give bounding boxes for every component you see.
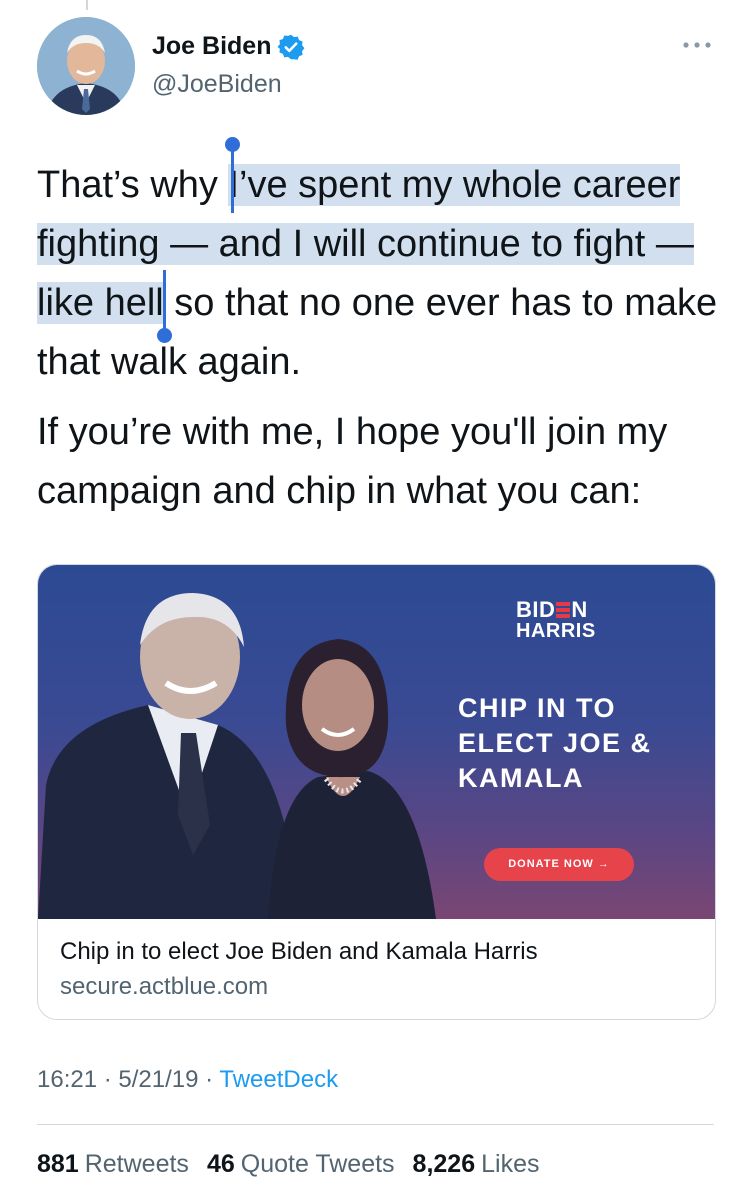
author-handle[interactable]: @JoeBiden: [152, 70, 282, 99]
link-card[interactable]: BID N HARRIS CHIP IN TO ELECT JOE & KAMAL…: [37, 564, 716, 1020]
author-name[interactable]: Joe Biden: [152, 32, 271, 61]
logo-text-b: N: [571, 597, 588, 622]
tweet-source-link[interactable]: TweetDeck: [219, 1066, 338, 1093]
card-title[interactable]: Chip in to elect Joe Biden and Kamala Ha…: [60, 937, 693, 967]
card-meta[interactable]: Chip in to elect Joe Biden and Kamala Ha…: [38, 919, 715, 1003]
card-headline: CHIP IN TO ELECT JOE & KAMALA: [458, 693, 652, 793]
card-domain: secure.actblue.com: [60, 973, 269, 1000]
divider: [37, 1124, 714, 1125]
logo-text-a: BID: [516, 597, 556, 622]
candidates-photo: [38, 593, 436, 919]
tweet-paragraph-1: That’s why I’ve spent my whole career fi…: [37, 156, 727, 392]
quote-tweets-stat[interactable]: 46 Quote Tweets: [207, 1150, 395, 1179]
selection-end-knob[interactable]: [157, 328, 172, 343]
meta-separator: ·: [97, 1066, 119, 1093]
tweet-timestamp-row: 16:21 · 5/21/19 · TweetDeck: [37, 1066, 338, 1094]
retweets-count: 881: [37, 1150, 79, 1178]
logo-line-2: HARRIS: [516, 620, 596, 642]
engagement-stats: 881 Retweets 46 Quote Tweets 8,226 Likes: [37, 1150, 539, 1179]
avatar[interactable]: [37, 17, 135, 115]
tweet-text[interactable]: That’s why I’ve spent my whole career fi…: [37, 156, 727, 521]
logo-e-bars: [556, 602, 571, 618]
meta-separator: ·: [198, 1066, 220, 1093]
more-options-icon[interactable]: [680, 38, 714, 52]
donate-now-button[interactable]: DONATE NOW →: [484, 848, 634, 881]
card-image[interactable]: BID N HARRIS CHIP IN TO ELECT JOE & KAMAL…: [38, 565, 715, 919]
avatar-photo: [37, 17, 135, 115]
tweet-time[interactable]: 16:21: [37, 1066, 97, 1093]
quote-tweets-count: 46: [206, 1150, 235, 1178]
tweet-date[interactable]: 5/21/19: [118, 1066, 198, 1093]
selection-end-handle[interactable]: [157, 270, 172, 343]
likes-stat[interactable]: 8,226 Likes: [413, 1150, 540, 1179]
quote-tweets-label: Quote Tweets: [240, 1150, 395, 1178]
retweets-stat[interactable]: 881 Retweets: [37, 1150, 189, 1179]
likes-label: Likes: [481, 1150, 540, 1178]
thread-connector-line: [86, 0, 88, 10]
author-name-row[interactable]: Joe Biden: [152, 32, 305, 61]
tweet-paragraph-2: If you’re with me, I hope you'll join my…: [37, 411, 668, 512]
selection-start-handle[interactable]: [225, 137, 240, 213]
text-before-selection: That’s why: [37, 164, 229, 206]
selection-start-knob[interactable]: [225, 137, 240, 152]
biden-harris-logo: BID N HARRIS: [516, 597, 596, 642]
verified-badge-icon: [278, 34, 305, 60]
likes-count: 8,226: [412, 1150, 476, 1178]
retweets-label: Retweets: [84, 1150, 189, 1178]
